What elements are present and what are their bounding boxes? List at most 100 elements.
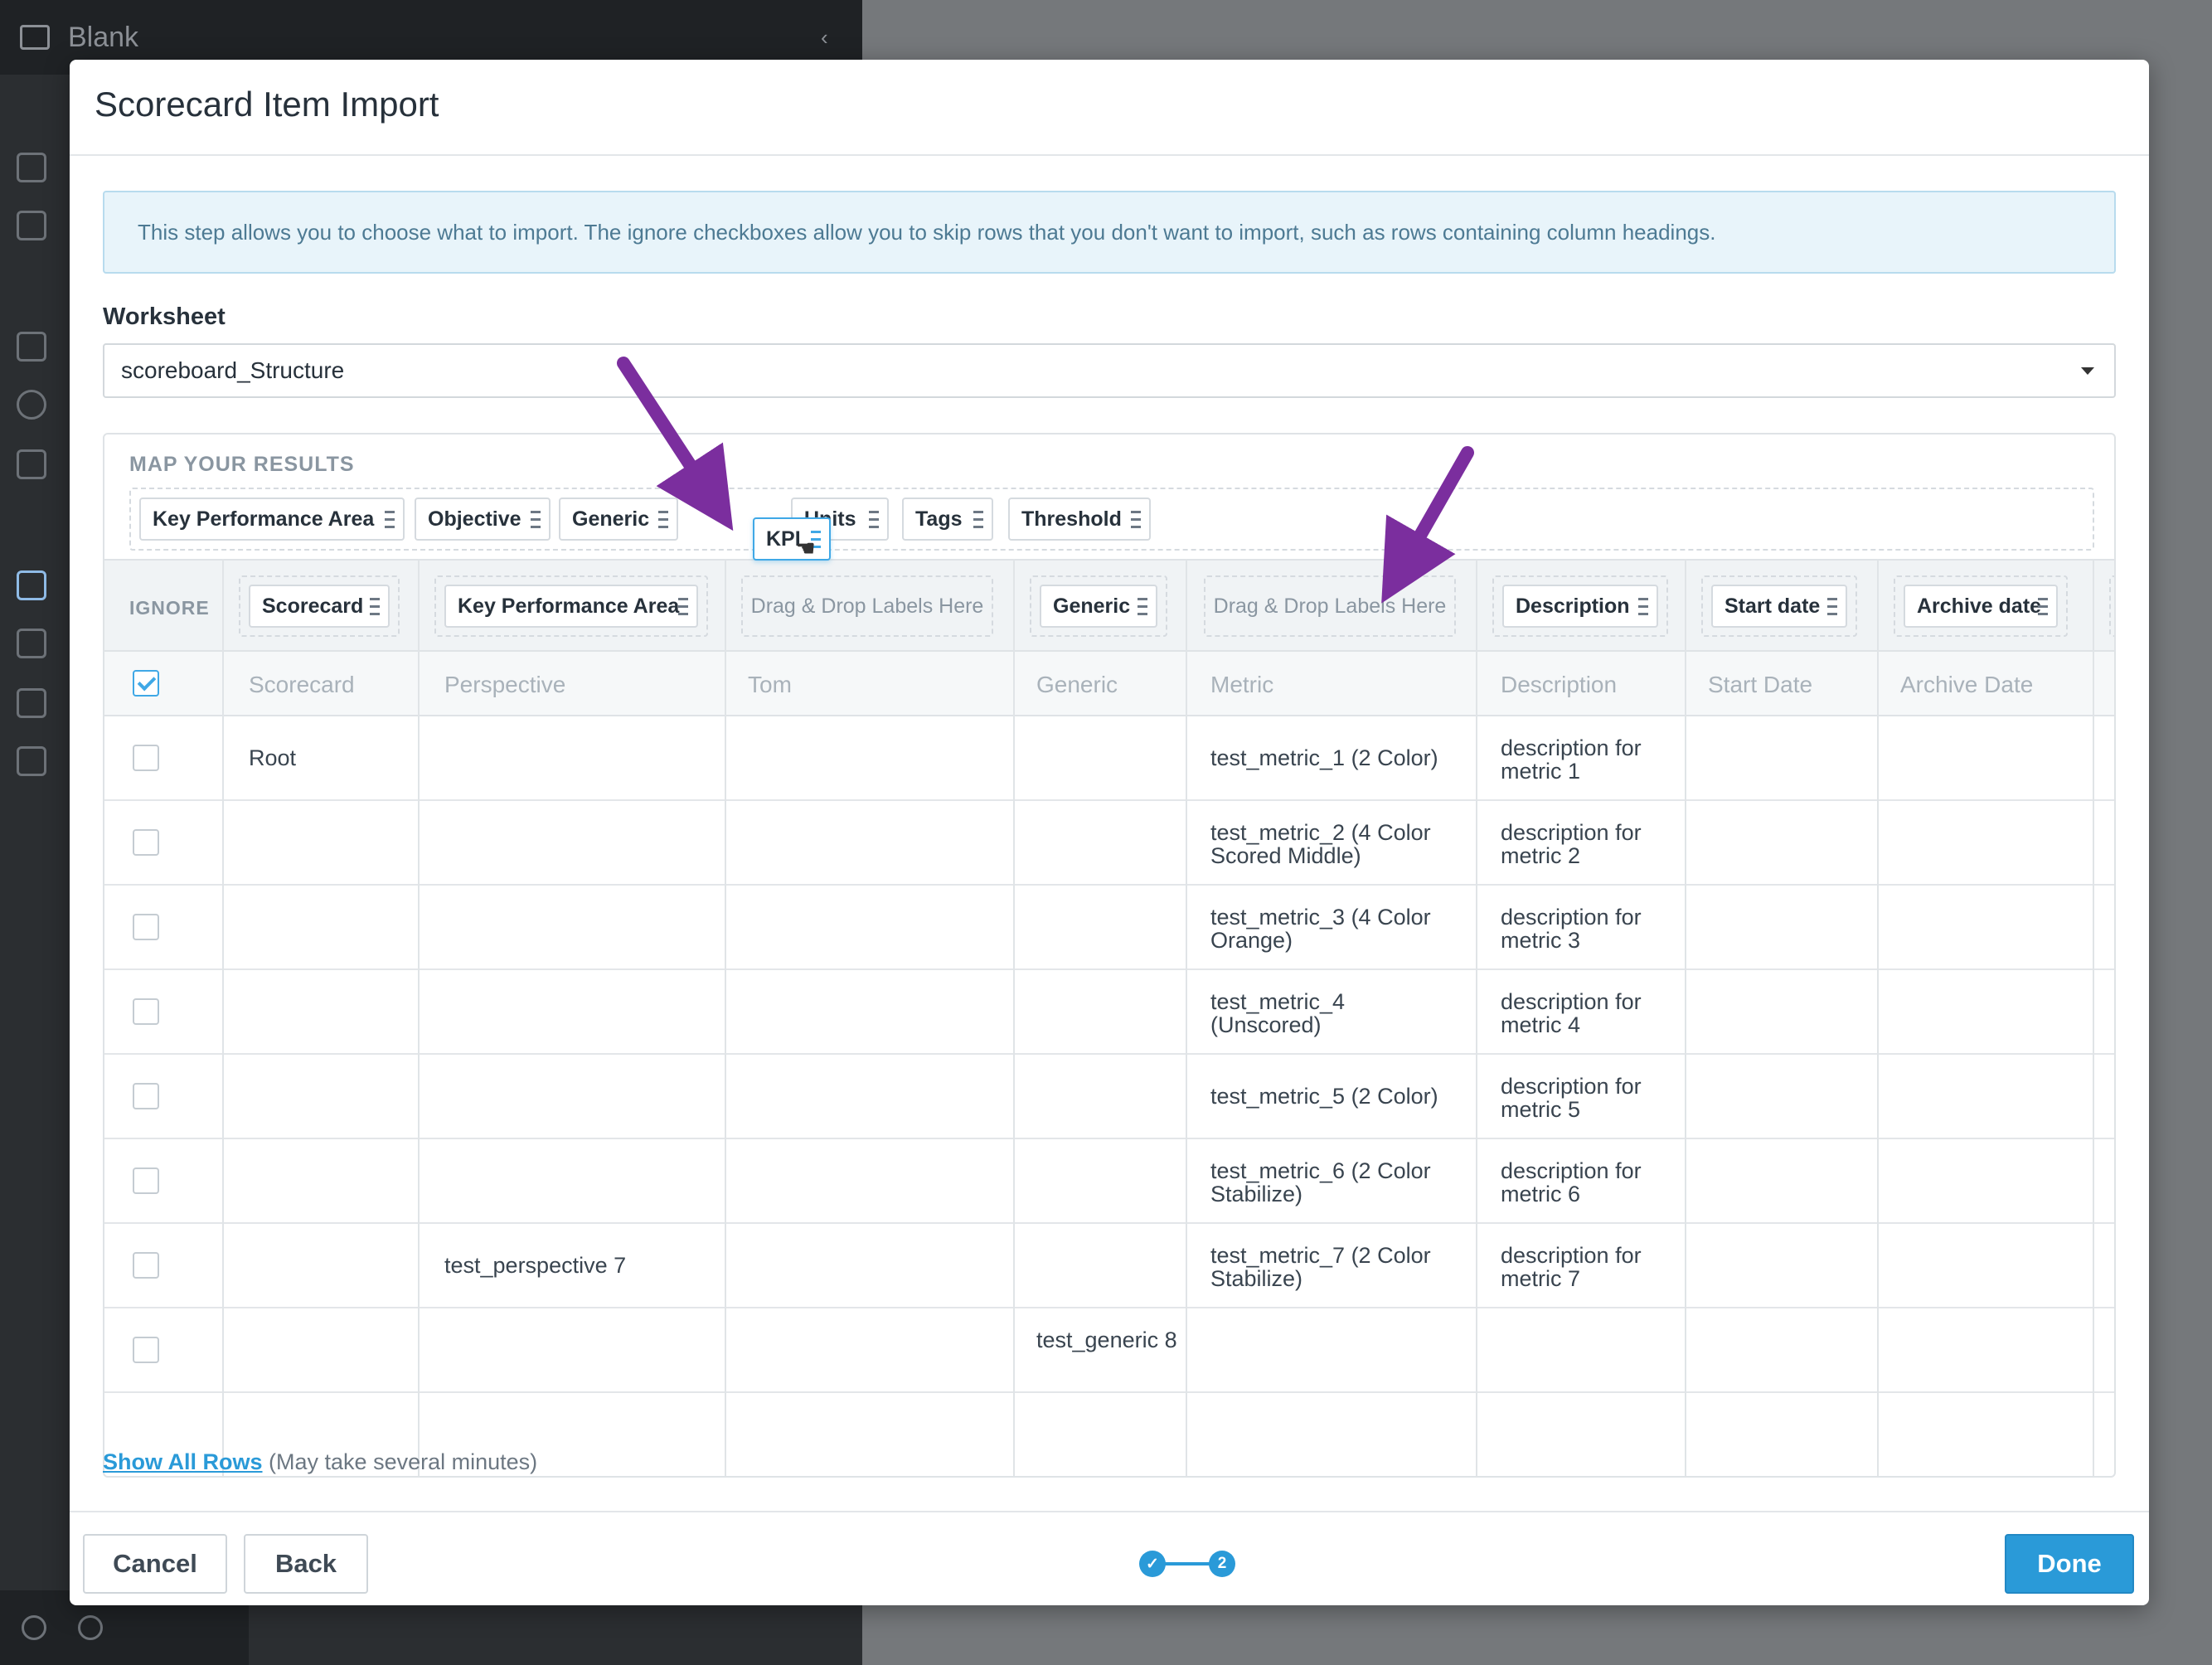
drag-handle-icon[interactable] (1638, 598, 1648, 616)
chip-label: Threshold (1021, 507, 1122, 531)
cell-metric: test_metric_2 (4 Color Scored Middle) (1210, 820, 1431, 868)
ignore-checkbox[interactable] (133, 829, 159, 856)
source-header-archive-date: Archive Date (1900, 672, 2034, 697)
map-results-panel: MAP YOUR RESULTS Key Performance Area Ob… (103, 433, 2116, 1478)
drag-handle-icon[interactable] (2038, 598, 2048, 616)
drop-zone-metric[interactable]: Drag & Drop Labels Here (1204, 575, 1456, 637)
chip-label: Key Performance Area (153, 507, 375, 531)
info-message: This step allows you to choose what to i… (103, 191, 2116, 274)
book-icon (17, 449, 46, 479)
star-icon (17, 211, 46, 240)
user-icon (17, 153, 46, 182)
show-all-rows-note: (May take several minutes) (269, 1449, 538, 1474)
done-button[interactable]: Done (2005, 1534, 2134, 1594)
column-divider (1476, 559, 1477, 1476)
drag-handle-icon[interactable] (678, 598, 688, 616)
cell-perspective: test_perspective 7 (444, 1253, 627, 1278)
drag-handle-icon[interactable] (869, 511, 879, 529)
ignore-checkbox[interactable] (133, 914, 159, 940)
label-chip-threshold[interactable]: Threshold (1008, 498, 1151, 541)
ignore-checkbox[interactable] (133, 1083, 159, 1109)
column-label-start-date[interactable]: Start date (1711, 585, 1847, 628)
cell-generic: test_generic 8 (1036, 1328, 1177, 1352)
drag-handle-icon[interactable] (973, 511, 983, 529)
chip-label: Start date (1724, 594, 1821, 618)
column-label-archive-date[interactable]: Archive date (1904, 585, 2058, 628)
import-modal: Scorecard Item Import This step allows y… (70, 60, 2149, 1605)
drag-handle-icon[interactable] (385, 511, 395, 529)
drag-handle-icon[interactable] (370, 598, 380, 616)
modal-header: Scorecard Item Import (70, 60, 2149, 156)
ignore-checkbox-header[interactable] (133, 670, 159, 697)
drag-handle-icon[interactable] (1827, 598, 1837, 616)
ignore-checkbox[interactable] (133, 1337, 159, 1363)
column-divider (1186, 559, 1187, 1476)
info-text: This step allows you to choose what to i… (138, 219, 1716, 245)
table-row: Root test_metric_1 (2 Color) description… (104, 716, 2114, 801)
document-icon (17, 746, 46, 776)
worksheet-select[interactable]: scoreboard_Structure (103, 343, 2116, 398)
label-chip-key-performance-area[interactable]: Key Performance Area (139, 498, 405, 541)
column-label-generic[interactable]: Generic (1040, 585, 1157, 628)
column-divider (1013, 559, 1015, 1476)
table-row: test_metric_2 (4 Color Scored Middle) de… (104, 801, 2114, 886)
drag-handle-icon[interactable] (1138, 598, 1147, 616)
cell-metric: test_metric_7 (2 Color Stabilize) (1210, 1243, 1431, 1291)
cell-description: description for metric 1 (1501, 735, 1642, 784)
source-header-tom: Tom (748, 672, 792, 697)
checkbox-icon (17, 629, 46, 658)
chip-label: Description (1516, 594, 1630, 618)
column-label-scorecard[interactable]: Scorecard (249, 585, 390, 628)
show-all-rows-link[interactable]: Show All Rows (103, 1449, 263, 1474)
map-results-title: MAP YOUR RESULTS (129, 453, 355, 476)
worksheet-value: scoreboard_Structure (121, 357, 345, 383)
chip-label: Objective (428, 507, 521, 531)
modal-footer: Cancel Back ✓ 2 Done (70, 1511, 2149, 1605)
table-row: test_generic 8 (104, 1308, 2114, 1393)
drag-handle-icon[interactable] (658, 511, 668, 529)
label-chip-generic[interactable]: Generic (559, 498, 678, 541)
ignore-header: IGNORE (129, 597, 210, 619)
ignore-checkbox[interactable] (133, 998, 159, 1025)
ignore-checkbox[interactable] (133, 1167, 159, 1194)
column-mapping-row: IGNORE Scorecard Key Performance Area Dr… (104, 559, 2114, 652)
column-label-key-performance-area[interactable]: Key Performance Area (444, 585, 698, 628)
column-slot[interactable] (2109, 575, 2114, 637)
chip-label: Tags (915, 507, 963, 531)
cell-metric: test_metric_3 (4 Color Orange) (1210, 905, 1431, 953)
back-button[interactable]: Back (244, 1534, 368, 1594)
chip-label: Key Performance Area (458, 594, 680, 618)
table-row: test_metric_5 (2 Color) description for … (104, 1055, 2114, 1139)
column-divider (222, 559, 224, 1476)
grab-cursor-icon: ☚ (796, 536, 816, 561)
check-icon: ✓ (1139, 1551, 1166, 1577)
ignore-checkbox[interactable] (133, 1252, 159, 1279)
drop-zone-tom[interactable]: Drag & Drop Labels Here (741, 575, 993, 637)
label-chip-tags[interactable]: Tags (902, 498, 993, 541)
dashboard-icon (17, 332, 46, 362)
column-divider (1877, 559, 1879, 1476)
column-label-description[interactable]: Description (1502, 585, 1658, 628)
chip-label: Scorecard (262, 594, 364, 618)
cell-description: description for metric 6 (1501, 1158, 1642, 1206)
step-indicator: ✓ 2 (1139, 1549, 1247, 1579)
label-chip-kpi-dragging[interactable]: KPI ☚ (753, 517, 831, 561)
table-row: test_metric_3 (4 Color Orange) descripti… (104, 886, 2114, 970)
search-icon (22, 1615, 46, 1640)
chip-label: Generic (1053, 594, 1131, 618)
scorecard-icon (17, 570, 46, 600)
chart-icon (17, 390, 46, 420)
source-header-scorecard: Scorecard (249, 672, 355, 697)
gear-icon (78, 1615, 103, 1640)
cell-description: description for metric 5 (1501, 1074, 1642, 1122)
drag-handle-icon[interactable] (531, 511, 541, 529)
source-header-perspective: Perspective (444, 672, 566, 697)
label-chip-objective[interactable]: Objective (415, 498, 551, 541)
ignore-checkbox[interactable] (133, 745, 159, 771)
chip-label: Generic (572, 507, 650, 531)
cancel-button[interactable]: Cancel (83, 1534, 227, 1594)
source-header-row: Scorecard Perspective Tom Generic Metric… (104, 652, 2114, 716)
drag-handle-icon[interactable] (1131, 511, 1141, 529)
show-all-rows: Show All Rows (May take several minutes) (103, 1449, 537, 1475)
cell-scorecard: Root (249, 745, 297, 770)
